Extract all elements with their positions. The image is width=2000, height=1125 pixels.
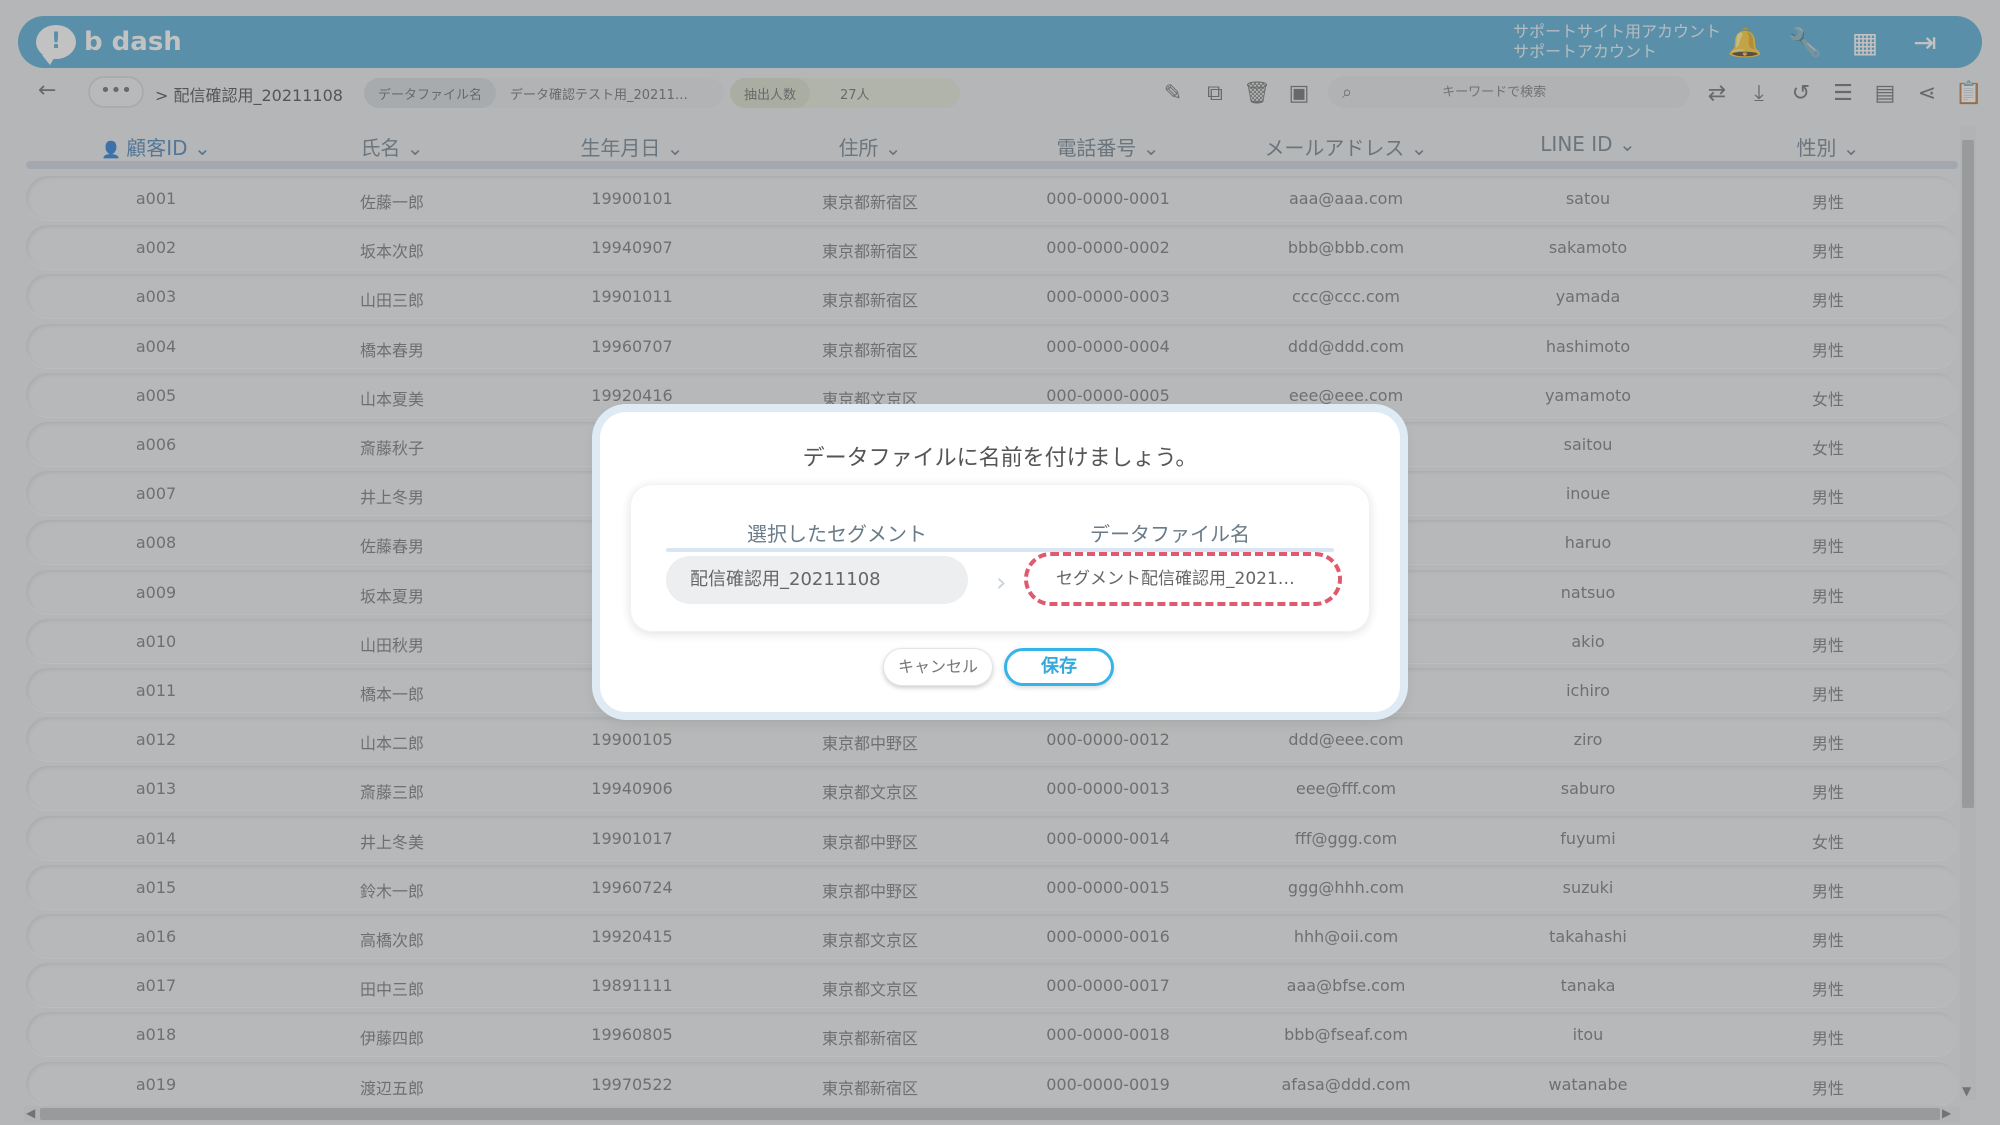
cancel-button[interactable]: キャンセル — [883, 648, 993, 686]
dialog-content-card: 選択したセグメント データファイル名 配信確認用_20211108 › セグメン… — [630, 484, 1370, 632]
datafile-name-header: データファイル名 — [1090, 522, 1250, 546]
datafile-name-input[interactable]: セグメント配信確認用_2021… — [1024, 552, 1342, 606]
selected-segment-value: 配信確認用_20211108 — [666, 556, 968, 604]
selected-segment-header: 選択したセグメント — [747, 522, 927, 546]
save-button[interactable]: 保存 — [1004, 648, 1114, 686]
chevron-right-icon: › — [996, 568, 1007, 598]
dialog-title: データファイルに名前を付けましょう。 — [802, 446, 1198, 471]
name-datafile-dialog: データファイルに名前を付けましょう。 選択したセグメント データファイル名 配信… — [600, 412, 1400, 712]
